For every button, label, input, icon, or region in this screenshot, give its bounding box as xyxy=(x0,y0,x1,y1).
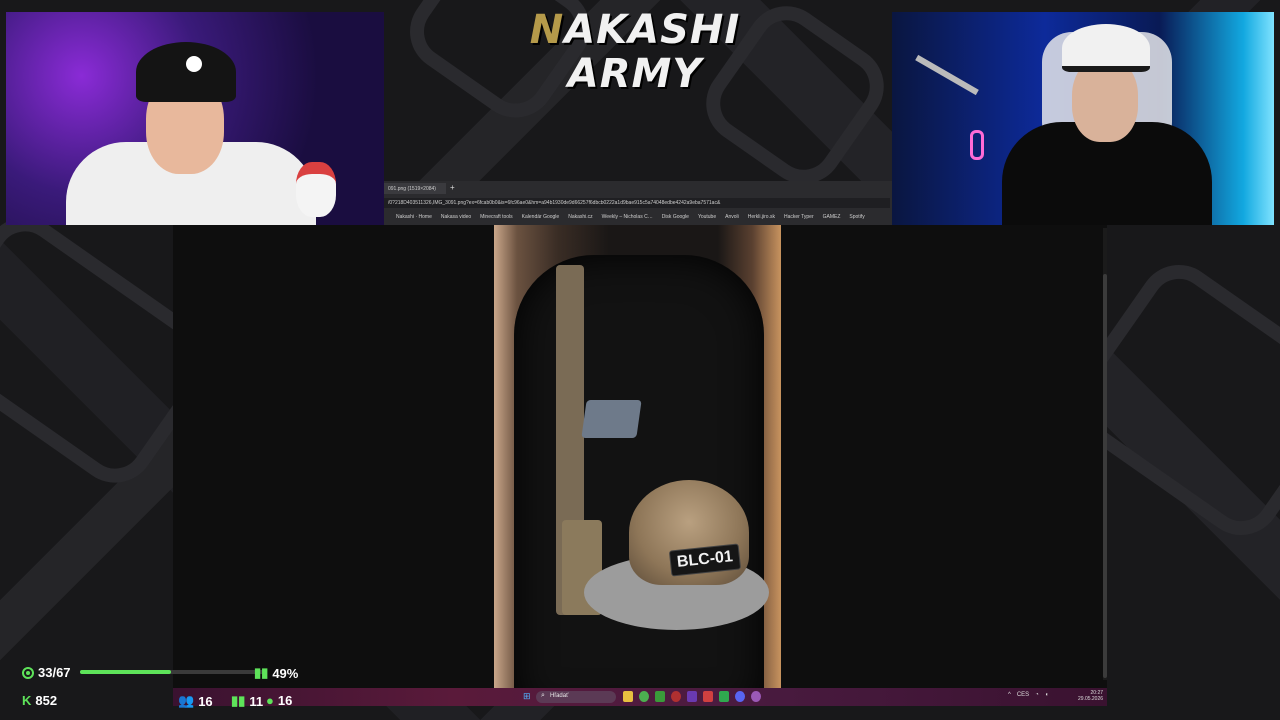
volume-icon[interactable]: ◖ xyxy=(1045,692,1049,698)
webcam-left xyxy=(6,12,384,225)
system-tray: ^ CES ◔ ◖ xyxy=(1008,692,1048,698)
xbox-icon[interactable] xyxy=(655,691,665,702)
stream-stats: 33/67 ▮▮ 49% K 852 👥 16 ▮▮ 11 ● 16 xyxy=(18,660,308,716)
bookmark-item[interactable]: Disk Google xyxy=(662,214,689,220)
bars-stat: ▮▮ 11 xyxy=(231,693,263,709)
bookmark-item[interactable]: GAMEZ xyxy=(823,214,841,220)
webcam-right xyxy=(892,12,1274,225)
address-bar[interactable]: /0?218D403511326,IMG_3091.png?ex=6fcab0b… xyxy=(384,198,890,208)
microphone-light xyxy=(970,130,984,160)
app-icon[interactable] xyxy=(703,691,713,702)
scrollbar-thumb[interactable] xyxy=(1103,274,1107,678)
goal-progress-bar xyxy=(80,670,266,674)
bookmark-item[interactable]: Minecraft tools xyxy=(480,214,513,220)
browser-tab[interactable]: 091.png (1519×2084) xyxy=(384,183,446,194)
bookmark-item[interactable]: Nakashi.cz xyxy=(568,214,592,220)
bookmarks-bar: Nakashi · Home Nakasa video Minecraft to… xyxy=(384,211,890,223)
wifi-icon[interactable]: ◔ xyxy=(1035,692,1039,698)
taskbar: ⊞ ⌕ Hľadať ^ CES ◔ ◖ 20:27 29.05.2026 xyxy=(173,688,1107,706)
taskbar-search[interactable]: ⌕ Hľadať xyxy=(536,691,616,703)
taskbar-clock[interactable]: 20:27 29.05.2026 xyxy=(1078,690,1103,702)
community-stat: 👥 16 xyxy=(178,693,213,709)
browser-chrome: 091.png (1519×2084) + /0?218D403511326,I… xyxy=(384,181,892,225)
bars-value: 11 xyxy=(249,693,264,709)
vertical-scrollbar[interactable] xyxy=(1103,228,1107,680)
drop-icon: ● xyxy=(266,693,274,708)
goal-percent: ▮▮ 49% xyxy=(254,665,298,681)
bookmark-item[interactable]: Spotify xyxy=(849,214,864,220)
bookmark-item[interactable]: Nakashi · Home xyxy=(396,214,432,220)
kick-icon: K xyxy=(22,693,32,708)
bookmark-item[interactable]: Kalendár Google xyxy=(522,214,560,220)
points-stat: K 852 xyxy=(22,693,57,708)
taskbar-apps xyxy=(623,691,761,702)
channel-logo: NAKASHI ARMY xyxy=(529,7,741,97)
chrome-icon[interactable] xyxy=(639,691,649,702)
follower-count: 33/67 xyxy=(38,665,71,680)
clock-date: 29.05.2026 xyxy=(1078,696,1104,702)
drops-value: 16 xyxy=(277,693,293,708)
community-value: 16 xyxy=(198,693,213,709)
displayed-photo[interactable]: BLC-01 xyxy=(494,225,781,688)
search-icon: ⌕ xyxy=(541,692,545,699)
rifle-magazine-shape xyxy=(581,400,642,438)
discord-icon[interactable] xyxy=(735,691,745,702)
app-icon[interactable] xyxy=(687,691,697,702)
bookmark-item[interactable]: Youtube xyxy=(698,214,716,220)
goal-percent-value: 49% xyxy=(272,665,299,681)
bookmark-item[interactable]: Anvoli xyxy=(725,214,739,220)
file-explorer-icon[interactable] xyxy=(623,691,633,702)
points-value: 852 xyxy=(35,693,58,708)
search-label: Hľadať xyxy=(550,693,569,699)
plush-toy-icon xyxy=(296,162,336,217)
person-cap xyxy=(136,42,236,102)
bookmark-item[interactable]: Hacker Typer xyxy=(784,214,814,220)
microphone-arm xyxy=(915,54,979,96)
app-icon[interactable] xyxy=(719,691,729,702)
users-icon: 👥 xyxy=(178,693,195,708)
bookmark-item[interactable]: Herkli.jiro.sk xyxy=(748,214,775,220)
follower-goal: 33/67 xyxy=(22,665,71,680)
goal-progress-fill xyxy=(80,670,172,674)
chevron-up-icon[interactable]: ^ xyxy=(1008,692,1011,698)
bookmark-item[interactable]: Nakasa video xyxy=(441,214,471,220)
new-tab-button[interactable]: + xyxy=(450,183,455,192)
windows-icon[interactable]: ⊞ xyxy=(523,692,532,701)
drops-stat: ● 16 xyxy=(266,693,292,708)
person-cap xyxy=(1062,24,1150,72)
bar-chart-icon: ▮▮ xyxy=(231,693,246,708)
bookmark-item[interactable]: Weekly – Nicholas C… xyxy=(602,214,653,220)
cap-logo-icon xyxy=(186,56,202,72)
bar-chart-icon: ▮▮ xyxy=(254,665,269,680)
app-icon[interactable] xyxy=(671,691,681,702)
language-indicator[interactable]: CES xyxy=(1017,692,1029,698)
app-icon[interactable] xyxy=(751,691,761,702)
target-icon xyxy=(22,666,34,679)
